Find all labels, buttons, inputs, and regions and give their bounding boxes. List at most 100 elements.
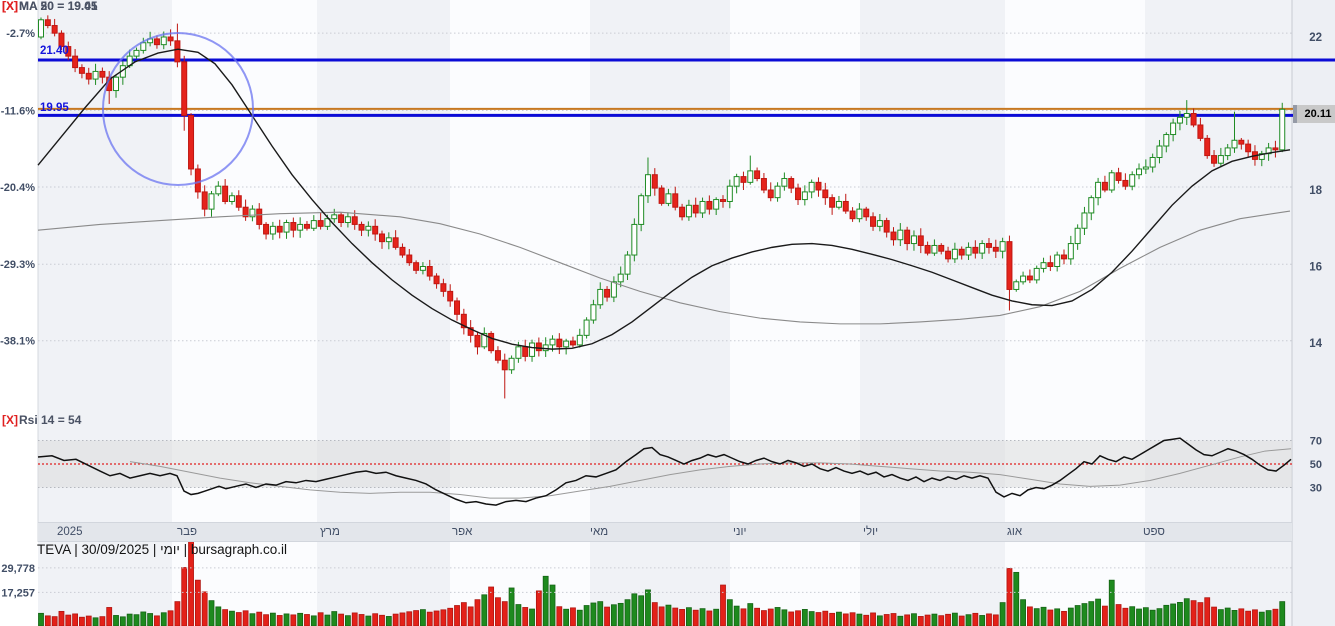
candle-body	[331, 214, 338, 220]
volume-bar	[1136, 608, 1142, 626]
candle-body	[215, 185, 222, 195]
volume-bar	[481, 594, 488, 626]
volume-bar	[1258, 611, 1265, 626]
volume-bar	[856, 613, 863, 626]
candle-body	[808, 181, 815, 193]
legend-rsi: [X]Rsi 14 = 54	[2, 413, 81, 427]
candle-body	[835, 200, 842, 208]
volume-bar	[529, 608, 535, 626]
price-axis-label: 14	[1309, 338, 1322, 350]
volume-bar	[836, 611, 842, 626]
candle-body	[760, 178, 767, 191]
candle-body	[610, 281, 617, 298]
candle-body	[815, 181, 822, 191]
candle-body	[910, 235, 917, 245]
close-indicator-icon[interactable]: [X]	[2, 0, 18, 13]
volume-bar	[1088, 601, 1095, 626]
volume-bar	[38, 612, 44, 626]
candle-body	[965, 246, 972, 256]
candle-body	[1047, 262, 1054, 267]
candle-body	[269, 225, 276, 235]
volume-bar	[917, 616, 924, 626]
price-axis-label: 16	[1309, 262, 1322, 274]
candle-body	[665, 193, 672, 204]
close-indicator-icon[interactable]: [X]	[2, 413, 18, 427]
candle-body	[917, 235, 924, 246]
candle-body	[951, 248, 958, 260]
candle-body	[706, 200, 713, 210]
candle-body	[1006, 241, 1013, 290]
candle-body	[488, 332, 495, 352]
axis-month-label: יוני	[733, 526, 747, 538]
volume-bar	[413, 610, 420, 626]
volume-bar	[1129, 606, 1136, 626]
candle-body	[1040, 262, 1047, 269]
volume-bar	[897, 615, 904, 626]
volume-bar	[460, 602, 467, 626]
volume-bar	[1170, 603, 1177, 626]
volume-bar	[679, 609, 685, 626]
volume-bar	[467, 606, 474, 626]
candle-body	[624, 254, 631, 275]
candle-body	[1136, 168, 1143, 176]
axis-month-label: מרץ	[320, 526, 340, 538]
volume-bar	[549, 584, 556, 626]
candle-body	[303, 223, 310, 229]
volume-bar	[576, 609, 583, 626]
hline-label-1995[interactable]: 19.95	[40, 102, 69, 114]
volume-bar	[1224, 607, 1231, 626]
volume-bar	[331, 611, 338, 626]
volume-bar	[720, 584, 726, 626]
pct-axis-label: -2.7%	[6, 28, 35, 40]
candle-body	[522, 346, 529, 357]
volume-bar	[951, 612, 958, 626]
volume-bar	[842, 613, 849, 626]
candle-body	[153, 38, 160, 46]
candle-body	[713, 199, 720, 210]
volume-bar	[242, 610, 249, 626]
candle-body	[474, 334, 481, 348]
candle-body	[338, 214, 345, 224]
candle-body	[972, 246, 979, 254]
candle-body	[1197, 124, 1204, 139]
volume-bar	[883, 614, 890, 626]
candle-body	[256, 208, 263, 225]
volume-bar	[781, 609, 788, 626]
volume-bar	[563, 608, 570, 626]
candle-body	[317, 220, 324, 227]
candle-body	[188, 114, 195, 170]
volume-bar	[263, 614, 269, 626]
candle-body	[597, 288, 604, 306]
volume-bar	[1033, 608, 1040, 626]
volume-bar	[740, 608, 747, 626]
volume-bar	[570, 607, 576, 626]
candle-body	[392, 237, 399, 248]
volume-bar	[624, 599, 631, 626]
volume-bar	[1177, 602, 1183, 626]
volume-bar	[829, 612, 836, 626]
candle-body	[1176, 116, 1183, 124]
volume-bar	[1183, 598, 1190, 626]
volume-bar	[269, 612, 276, 626]
candle-body	[1149, 156, 1156, 168]
volume-axis-label: 29,778	[1, 563, 35, 575]
candle-body	[979, 243, 986, 254]
volume-bar	[713, 608, 720, 626]
volume-bar	[65, 614, 72, 626]
candle-body	[1183, 113, 1190, 118]
candle-body	[1156, 145, 1163, 158]
candle-body	[1129, 174, 1136, 187]
time-axis-strip[interactable]: 2025 פבר מרץ אפר מאי יוני יולי אוג ספט	[38, 522, 1292, 542]
legend-rsi-text: Rsi 14 = 54	[19, 413, 82, 427]
chart-root[interactable]: SP ↗ NSER -2.7%-11.6%-20.4%-29.3%-38.1%2…	[0, 0, 1335, 626]
volume-bar	[1231, 610, 1238, 626]
axis-month-label: 2025	[57, 526, 83, 538]
hline-label-2140[interactable]: 21.40	[40, 45, 69, 57]
candle-body	[1020, 275, 1027, 283]
candle-body	[365, 225, 372, 231]
volume-bar	[1108, 579, 1115, 626]
candle-body	[433, 275, 440, 285]
volume-bar	[672, 607, 679, 626]
volume-bar	[324, 614, 331, 626]
volume-bar	[733, 605, 740, 626]
